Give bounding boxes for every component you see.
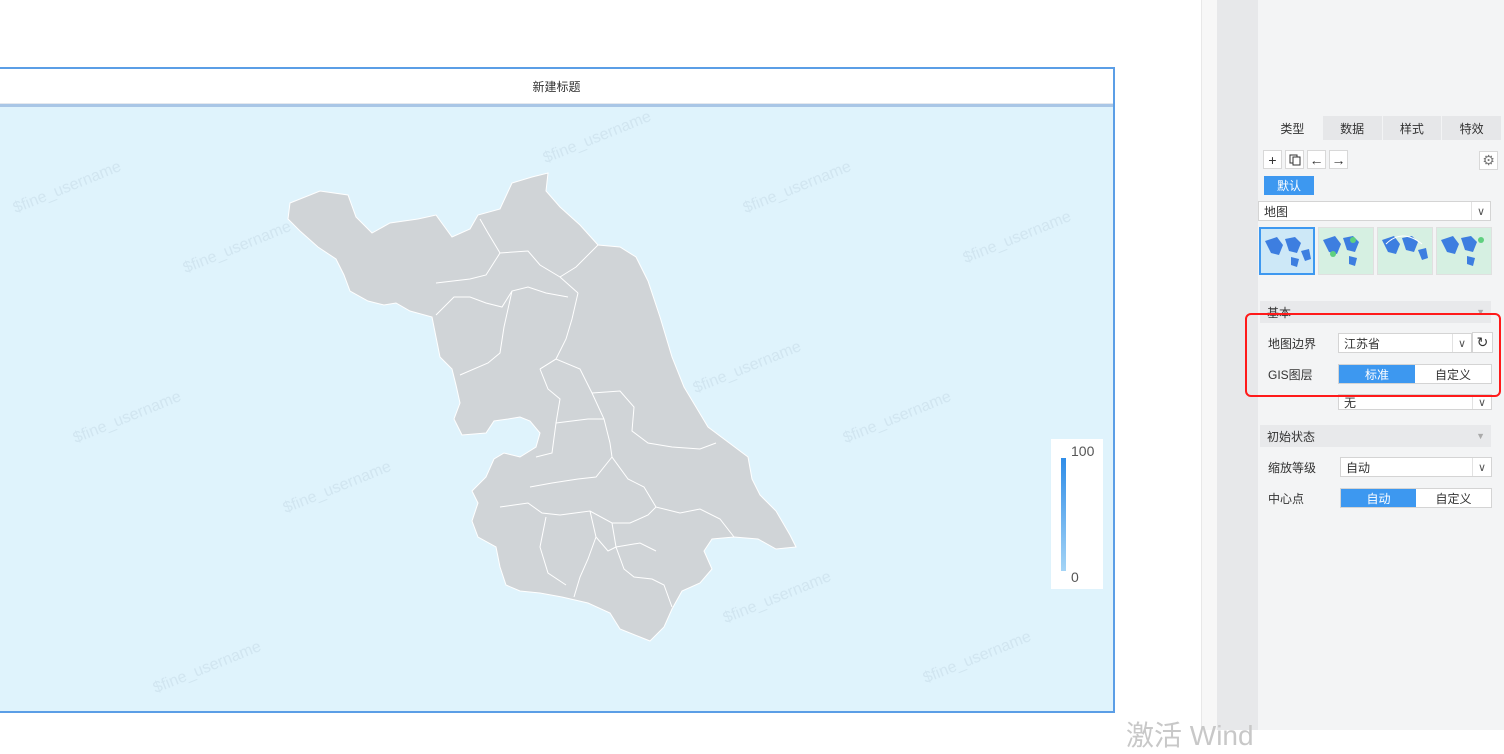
section-initial-state-title: 初始状态 <box>1267 429 1316 444</box>
map-canvas[interactable]: 100 0 <box>0 104 1113 711</box>
jiangsu-map[interactable] <box>0 107 1113 714</box>
tab-data[interactable]: 数据 <box>1322 116 1383 140</box>
chart-frame[interactable]: 新建标题 100 0 $fine_username $fine_username… <box>0 67 1115 713</box>
collapse-icon[interactable]: ▼ <box>1476 431 1485 441</box>
os-activation-watermark: 激活 Wind <box>1126 720 1254 751</box>
legend-min-label: 0 <box>1071 569 1079 585</box>
zoom-level-select[interactable]: 自动 ∨ <box>1340 457 1492 477</box>
tab-style[interactable]: 样式 <box>1382 116 1443 140</box>
map-thumb-3[interactable] <box>1377 227 1433 275</box>
section-initial-state[interactable]: 初始状态 ▼ <box>1260 425 1491 447</box>
map-thumb-2[interactable] <box>1318 227 1374 275</box>
arrow-right-icon[interactable]: → <box>1329 150 1348 169</box>
map-thumb-4[interactable] <box>1436 227 1492 275</box>
zoom-level-label: 缩放等级 <box>1268 461 1317 475</box>
center-point-label: 中心点 <box>1268 492 1305 506</box>
chart-title: 新建标题 <box>0 69 1113 104</box>
color-legend: 100 0 <box>1051 439 1103 589</box>
center-option-custom[interactable]: 自定义 <box>1416 489 1491 507</box>
tab-effect[interactable]: 特效 <box>1442 116 1502 140</box>
toolbar: + ← → <box>1263 150 1348 172</box>
chevron-down-icon: ∨ <box>1472 395 1491 409</box>
chevron-down-icon: ∨ <box>1472 458 1491 476</box>
vertical-scrollbar[interactable] <box>1201 0 1218 730</box>
tab-type[interactable]: 类型 <box>1263 116 1323 140</box>
default-tag[interactable]: 默认 <box>1264 176 1314 195</box>
map-thumb-1[interactable] <box>1259 227 1315 275</box>
center-point-toggle: 自动 自定义 <box>1340 488 1492 508</box>
copy-icon[interactable] <box>1285 150 1304 169</box>
legend-max-label: 100 <box>1071 443 1095 459</box>
chart-type-value: 地图 <box>1264 204 1289 219</box>
map-style-thumbnails <box>1259 227 1492 275</box>
legend-gradient <box>1061 458 1066 571</box>
chevron-down-icon: ∨ <box>1471 202 1490 220</box>
add-icon[interactable]: + <box>1263 150 1282 169</box>
chart-type-select[interactable]: 地图 ∨ <box>1258 201 1491 221</box>
gear-icon[interactable]: ⚙ <box>1479 151 1498 170</box>
arrow-left-icon[interactable]: ← <box>1307 150 1326 169</box>
center-option-auto[interactable]: 自动 <box>1341 489 1416 507</box>
annotation-highlight <box>1245 313 1501 397</box>
panel-tabs: 类型 数据 样式 特效 <box>1263 116 1502 140</box>
province-shape <box>287 172 797 642</box>
zoom-level-value: 自动 <box>1346 460 1371 475</box>
